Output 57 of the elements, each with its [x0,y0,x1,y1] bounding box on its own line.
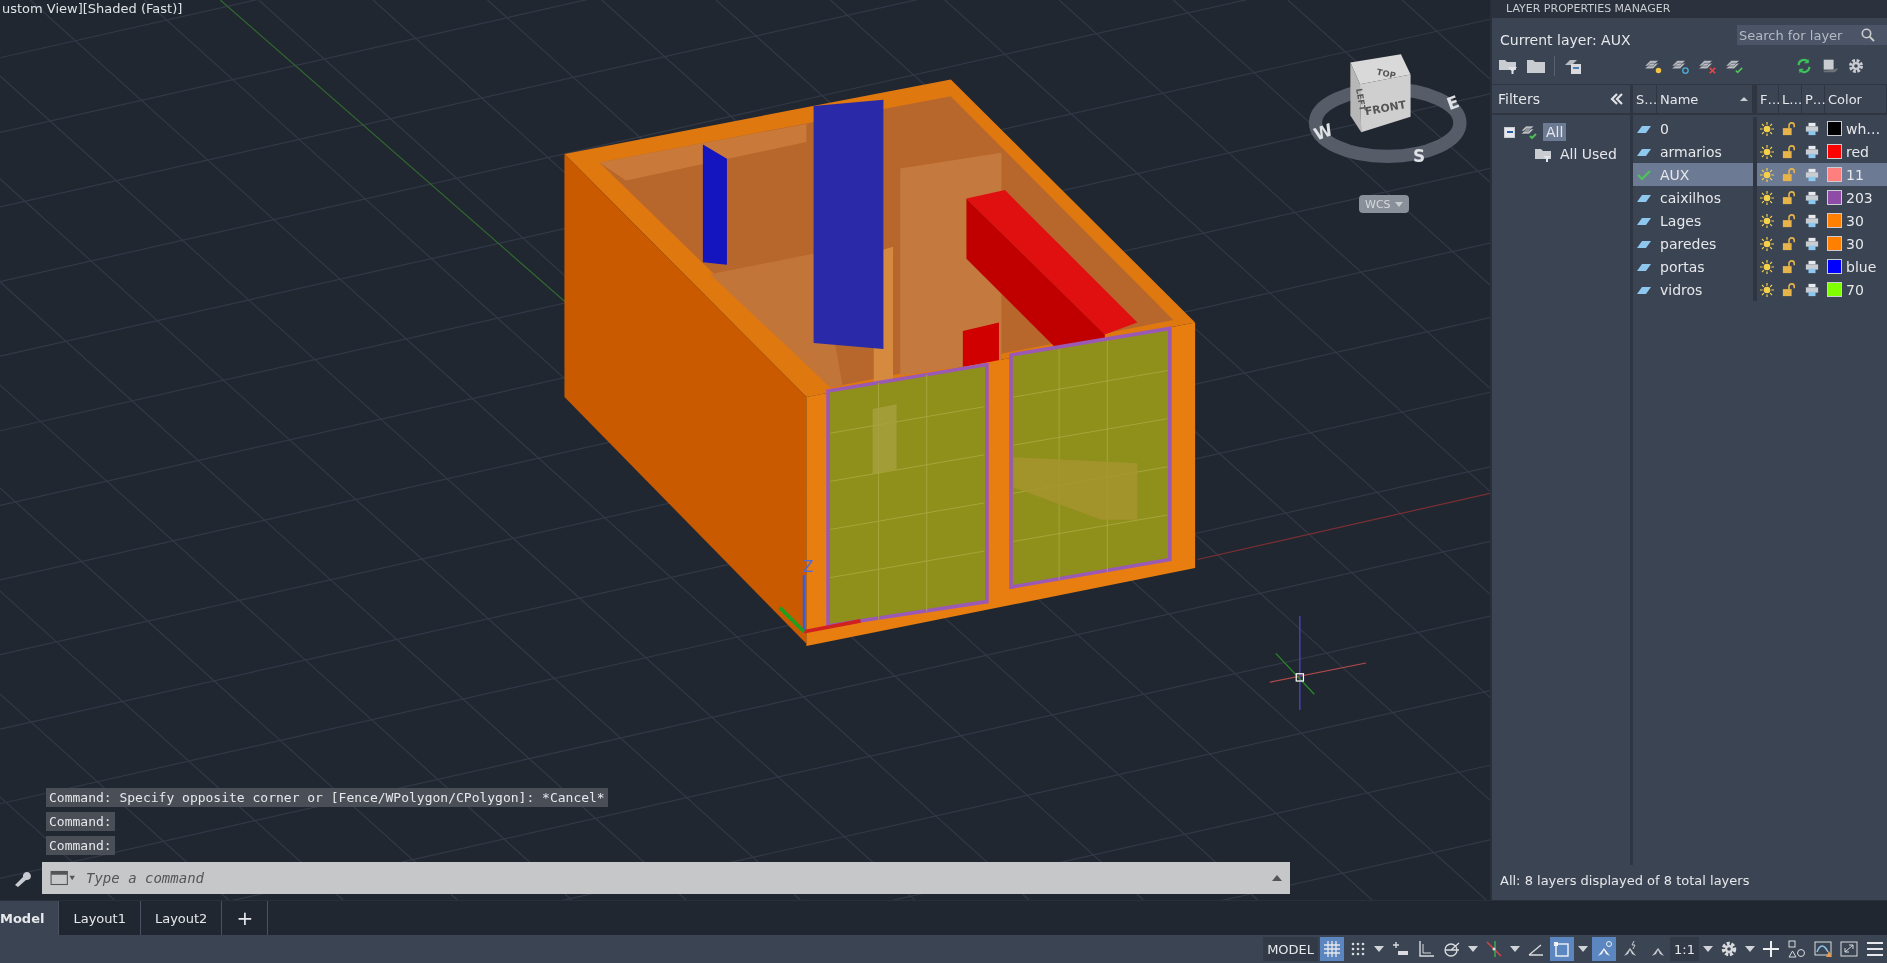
column-header[interactable]: P… [1802,85,1825,113]
layer-name: vidros [1659,281,1704,298]
color-name: 70 [1846,281,1864,298]
color-name: 30 [1846,212,1864,229]
filters-heading: Filters [1498,91,1540,107]
layer-properties-row[interactable]: 30 [1757,232,1887,255]
color-name: red [1846,143,1869,160]
layer-properties-row[interactable]: 30 [1757,209,1887,232]
command-input-field[interactable]: Type a command [84,869,1264,887]
color-name: 30 [1846,235,1864,252]
layer-row[interactable]: armarios [1633,140,1753,163]
compass-south[interactable]: S [1412,146,1426,167]
layer-row[interactable]: portas [1633,255,1753,278]
color-name: 11 [1846,166,1864,183]
layer-name: paredes [1659,235,1718,252]
filter-tree-item[interactable]: All [1543,123,1567,141]
layer-row[interactable]: Lages [1633,209,1753,232]
layer-row[interactable]: caixilhos [1633,186,1753,209]
command-line-bar[interactable]: Type a command [42,862,1290,894]
layer-row[interactable]: paredes [1633,232,1753,255]
view-label[interactable]: ustom View][Shaded (Fast)] [2,1,183,16]
column-header[interactable]: F… [1757,85,1779,113]
color-name: 203 [1846,189,1873,206]
layer-properties-row[interactable]: 11 [1757,163,1887,186]
search-bar[interactable]: Search for layer [1737,25,1887,45]
column-header[interactable]: L… [1779,85,1802,113]
layer-name: Lages [1659,212,1703,229]
layer-name: AUX [1659,166,1691,183]
layer-name: portas [1659,258,1706,275]
column-header[interactable]: Color [1825,85,1887,113]
model-space-button[interactable]: MODEL [1263,937,1319,962]
layer-name: 0 [1659,120,1670,137]
compass-east[interactable]: E [1444,91,1462,115]
layer-name: caixilhos [1659,189,1722,206]
layer-properties-row[interactable]: red [1757,140,1887,163]
layer-properties-row[interactable]: 203 [1757,186,1887,209]
layer-row[interactable]: AUX [1633,163,1753,186]
layer-search-field[interactable]: Search for layer [1737,27,1861,43]
panel-title: LAYER PROPERTIES MANAGER [1492,0,1887,18]
layer-count-status: All: 8 layers displayed of 8 total layers [1499,872,1751,890]
layer-row[interactable]: vidros [1633,278,1753,301]
layer-name: armarios [1659,143,1723,160]
column-header[interactable]: S… [1633,85,1657,113]
layer-properties-row[interactable]: blue [1757,255,1887,278]
z-axis-label: Z [802,556,814,576]
cube-top-face[interactable]: TOP [1375,66,1397,81]
drawing-viewport[interactable]: Z TOP FRONT LEFT W E S ustom View][Shaded (Fast)] WCS Command: Specify opposite corner or [Fence/WPolygon/CPolygon]: *Cancel* Command: Command: Type a command [0,0,1490,900]
layer-properties-row[interactable]: wh… [1757,117,1887,140]
compass-west[interactable]: W [1311,119,1336,145]
layer-row[interactable]: 0 [1633,117,1753,140]
color-name: wh… [1846,120,1881,137]
layer-properties-row[interactable]: 70 [1757,278,1887,301]
color-name: blue [1846,258,1877,275]
annotation-scale-menu[interactable]: 1:1 [1670,937,1699,962]
layout-tab[interactable]: Model [0,901,60,936]
filter-tree-item[interactable]: All Used [1557,145,1620,163]
current-layer-label: Current layer: AUX [1500,32,1631,48]
